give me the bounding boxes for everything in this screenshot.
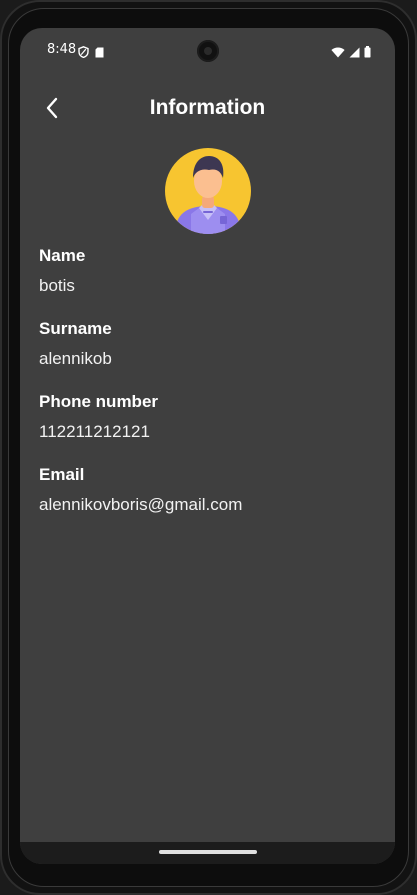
signal-icon: [349, 43, 360, 62]
wifi-icon: [331, 43, 345, 62]
front-camera: [197, 40, 219, 62]
navigation-bar: [20, 842, 395, 864]
app-bar: Information: [20, 86, 395, 134]
status-left-icons: [78, 43, 104, 62]
field-value: botis: [39, 276, 75, 295]
sim-card-icon: [95, 43, 104, 62]
status-bar: 8:48: [20, 28, 395, 72]
field-value: 112211212121: [39, 422, 150, 441]
field-label: Name: [39, 246, 86, 265]
shield-icon: [78, 43, 89, 62]
status-right-icons: [331, 43, 371, 62]
name-field: Name botis: [39, 244, 379, 317]
home-indicator[interactable]: [159, 850, 257, 854]
phone-number-field: Phone number 112211212121: [39, 390, 379, 463]
status-time: 8:48: [47, 42, 77, 57]
profile-info: Name botis Surname alennikob Phone numbe…: [39, 244, 379, 536]
battery-icon: [364, 43, 371, 62]
field-label: Surname: [39, 319, 112, 338]
page-title: Information: [149, 96, 266, 119]
surname-field: Surname alennikob: [39, 317, 379, 390]
user-avatar-icon: [165, 148, 251, 234]
phone-frame: 8:48 Information Name botis Surname alen…: [0, 0, 417, 895]
field-value: alennikovboris@gmail.com: [39, 495, 243, 514]
field-label: Email: [39, 465, 85, 484]
email-field: Email alennikovboris@gmail.com: [39, 463, 379, 536]
field-label: Phone number: [39, 392, 159, 411]
avatar: [165, 148, 251, 234]
app-screen: 8:48 Information Name botis Surname alen…: [20, 28, 395, 864]
field-value: alennikob: [39, 349, 112, 368]
